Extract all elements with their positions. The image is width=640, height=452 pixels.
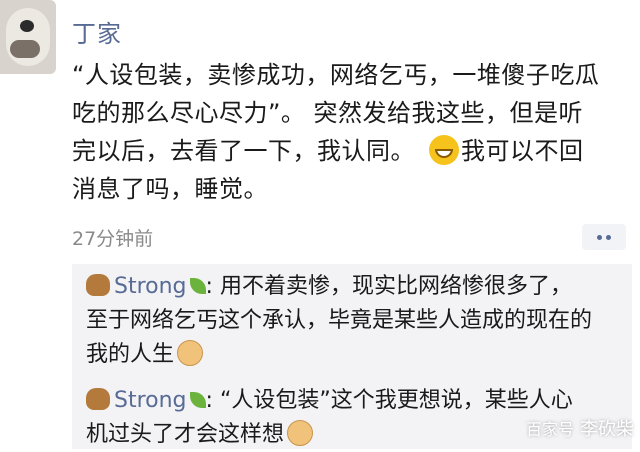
avatar-detail-2 [10,40,40,58]
comment-text: 用不着卖惨，现实比网络惨很多了， [212,274,572,299]
comment-separator: : [205,388,213,413]
bear-icon [86,274,110,296]
comment-text: 机过头了才会这样想 [86,422,285,447]
comment-text: “人设包装”这个我更想说，某些人心 [212,388,573,413]
bear-icon [86,388,110,410]
post-line: 完以后，去看了一下，我认同。 我可以不回 [72,132,632,170]
post-line: 消息了吗，睡觉。 [72,175,268,203]
comment-text: 我的人生 [86,342,175,367]
post-line: 吃的那么尽心尽力”。 突然发给我这些，但是听 [72,99,584,127]
grin-emoji-icon [429,135,459,165]
watermark-right: 李砍柴 [580,419,634,440]
comment-separator: : [205,274,213,299]
watermark: 百家号 李砍柴 [526,415,634,441]
comment-line: Strong: “人设包装”这个我更想说，某些人心 [86,384,626,418]
user-avatar[interactable] [0,0,56,74]
more-actions-button[interactable] [582,224,626,250]
doge-emoji-icon [177,340,204,366]
post-author-name[interactable]: 丁家 [72,14,122,49]
comment-author[interactable]: Strong [114,388,187,413]
doge-emoji-icon [287,420,314,446]
leaf-icon [189,392,206,408]
post-line-text: 完以后，去看了一下，我认同。 [72,137,415,165]
post-timestamp: 27分钟前 [72,228,154,250]
post-line: “人设包装，卖惨成功，网络乞丐，一堆傻子吃瓜 [72,61,600,89]
comment-line: Strong: 用不着卖惨，现实比网络惨很多了， [86,270,626,304]
comment-line: 至于网络乞丐这个承认，毕竟是某些人造成的现在的 [86,308,593,333]
leaf-icon [189,278,206,294]
post-line-text: 我可以不回 [461,137,584,165]
watermark-left: 百家号 [525,420,574,439]
avatar-detail [20,20,34,32]
comment-item: Strong: 用不着卖惨，现实比网络惨很多了， 至于网络乞丐这个承认，毕竟是某… [86,270,626,372]
comment-author[interactable]: Strong [114,274,187,299]
dot-icon [606,235,611,240]
dot-icon [597,235,602,240]
comment-line: 我的人生 [86,338,626,372]
post-content: “人设包装，卖惨成功，网络乞丐，一堆傻子吃瓜 吃的那么尽心尽力”。 突然发给我这… [72,56,632,208]
